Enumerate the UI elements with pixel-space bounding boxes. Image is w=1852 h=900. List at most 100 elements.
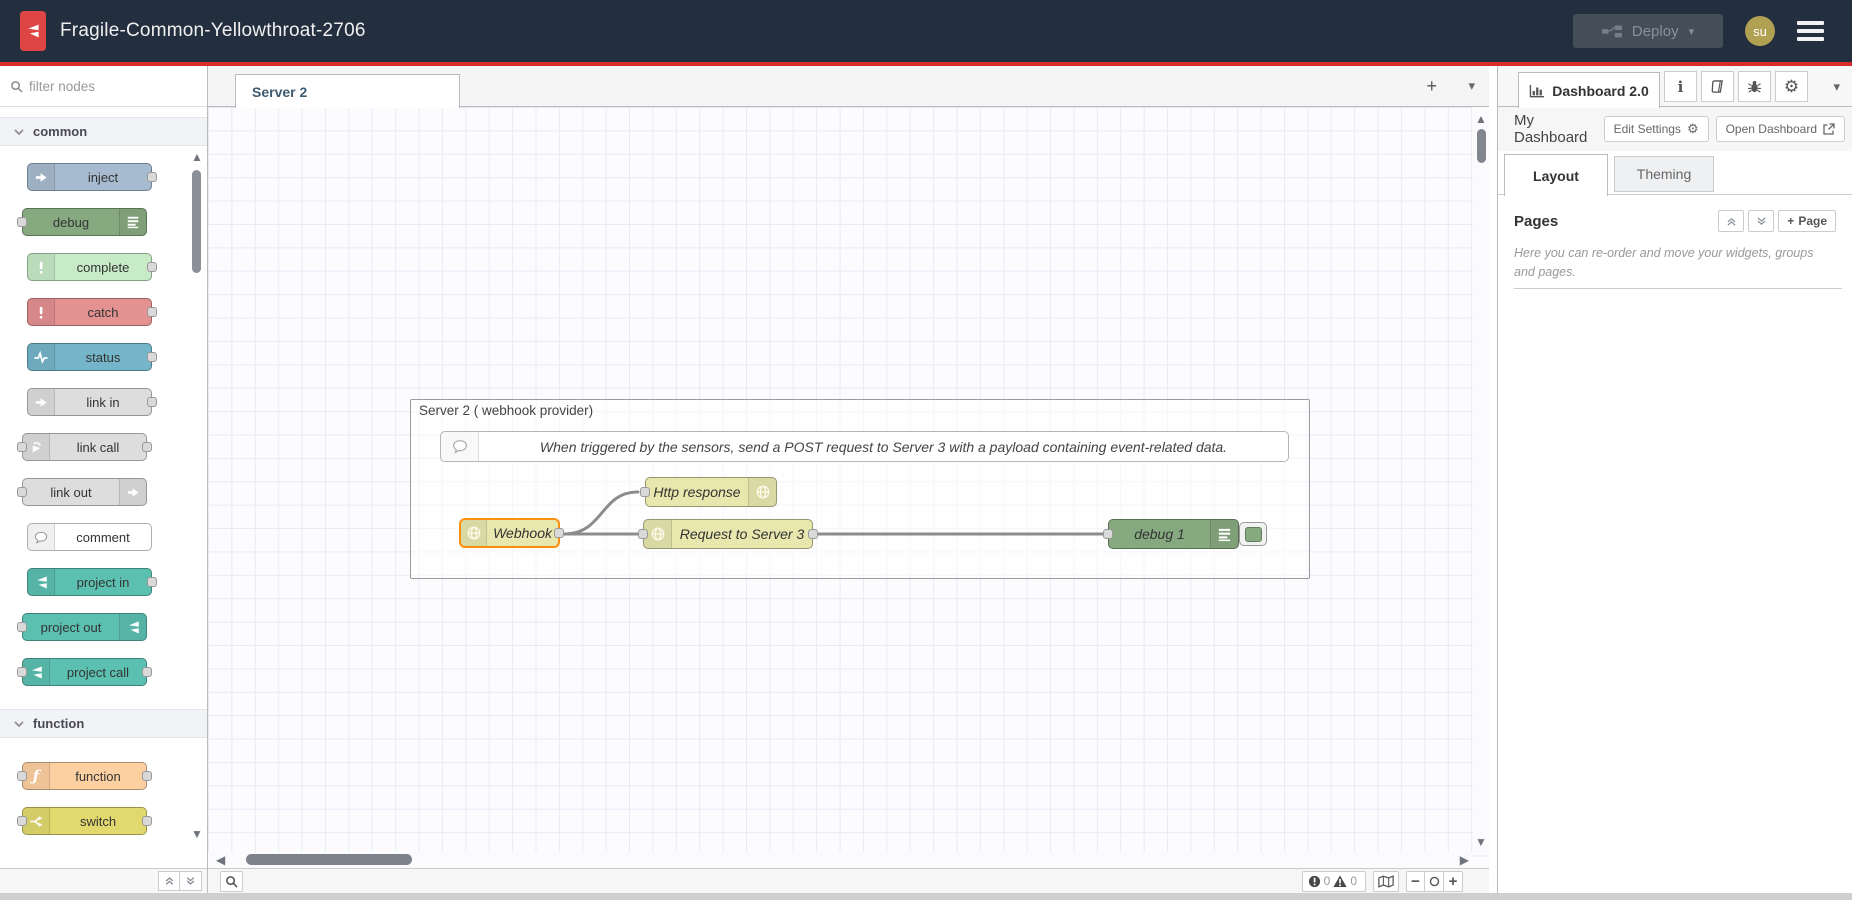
node-port-out[interactable] bbox=[147, 397, 157, 407]
node-port-in[interactable] bbox=[640, 487, 650, 497]
node-request-to-server-3[interactable]: Request to Server 3 bbox=[643, 519, 813, 549]
collapse-all-button[interactable] bbox=[158, 871, 180, 891]
palette-search[interactable] bbox=[0, 66, 207, 107]
zoom-in-button[interactable]: + bbox=[1444, 871, 1463, 892]
palette-node-debug[interactable]: debug bbox=[22, 208, 147, 236]
node-debug-1[interactable]: debug 1 bbox=[1108, 519, 1239, 549]
expand-all-button[interactable] bbox=[180, 871, 202, 891]
palette-node-link-call[interactable]: link call bbox=[22, 433, 147, 461]
scroll-right-icon[interactable]: ▶ bbox=[1460, 853, 1469, 867]
palette-node-project-in[interactable]: project in bbox=[27, 568, 152, 596]
node-webhook[interactable]: Webhook bbox=[459, 518, 560, 548]
help-tab-button[interactable] bbox=[1701, 71, 1734, 102]
node-port-in[interactable] bbox=[17, 622, 27, 632]
zoom-out-button[interactable]: − bbox=[1406, 871, 1425, 892]
scroll-left-icon[interactable]: ◀ bbox=[216, 853, 225, 867]
debug-tab-button[interactable] bbox=[1738, 71, 1771, 102]
search-icon bbox=[10, 80, 23, 93]
flow-tab-server-2[interactable]: Server 2 bbox=[235, 74, 460, 108]
node-port-in[interactable] bbox=[17, 816, 27, 826]
info-tab-button[interactable]: i bbox=[1664, 71, 1697, 102]
sidebar-header: Dashboard 2.0 i ⚙ ▾ bbox=[1498, 66, 1852, 107]
zoom-reset-button[interactable] bbox=[1425, 871, 1444, 892]
node-port-out[interactable] bbox=[142, 442, 152, 452]
flow-canvas[interactable]: Server 2 ( webhook provider) When trigge… bbox=[208, 107, 1489, 868]
node-port-out[interactable] bbox=[808, 529, 818, 539]
node-http-response[interactable]: Http response bbox=[645, 477, 777, 507]
scroll-down-icon[interactable]: ▼ bbox=[1473, 835, 1489, 849]
scroll-up-icon[interactable]: ▲ bbox=[189, 150, 205, 164]
palette-scrollbar[interactable]: ▲ ▼ bbox=[189, 150, 205, 841]
node-port-out[interactable] bbox=[147, 307, 157, 317]
open-dashboard-button[interactable]: Open Dashboard bbox=[1716, 116, 1845, 142]
scroll-down-icon[interactable]: ▼ bbox=[189, 827, 205, 841]
deploy-button[interactable]: Deploy ▾ bbox=[1573, 14, 1723, 48]
node-port-out[interactable] bbox=[147, 352, 157, 362]
scrollbar-thumb[interactable] bbox=[1477, 129, 1486, 163]
palette-category-common[interactable]: common bbox=[0, 117, 207, 146]
dashboard-title: My Dashboard bbox=[1514, 112, 1604, 146]
flowfuse-icon bbox=[28, 569, 55, 595]
node-port-in[interactable] bbox=[638, 529, 648, 539]
palette-node-link-out[interactable]: link out bbox=[22, 478, 147, 506]
notifications-button[interactable]: 0 0 bbox=[1302, 871, 1366, 892]
node-port-out[interactable] bbox=[147, 262, 157, 272]
error-count: 0 bbox=[1324, 874, 1331, 888]
node-port-out[interactable] bbox=[147, 172, 157, 182]
deploy-label: Deploy bbox=[1632, 23, 1679, 40]
user-avatar[interactable]: su bbox=[1745, 16, 1775, 46]
palette-node-complete[interactable]: complete bbox=[27, 253, 152, 281]
debug-enable-toggle[interactable] bbox=[1239, 522, 1267, 546]
node-port-in[interactable] bbox=[1103, 529, 1113, 539]
warning-count: 0 bbox=[1350, 874, 1357, 888]
scrollbar-thumb[interactable] bbox=[192, 170, 201, 273]
node-port-out[interactable] bbox=[142, 816, 152, 826]
config-tab-button[interactable]: ⚙ bbox=[1775, 71, 1808, 102]
scroll-up-icon[interactable]: ▲ bbox=[1473, 112, 1489, 126]
tab-layout[interactable]: Layout bbox=[1504, 154, 1608, 196]
canvas-vscrollbar[interactable]: ▲ ▼ bbox=[1473, 107, 1489, 852]
flow-list-caret-icon[interactable]: ▾ bbox=[1468, 78, 1475, 94]
node-port-in[interactable] bbox=[17, 217, 27, 227]
palette-node-inject[interactable]: inject bbox=[27, 163, 152, 191]
palette-node-switch[interactable]: switch bbox=[22, 807, 147, 835]
palette-node-project-out[interactable]: project out bbox=[22, 613, 147, 641]
deploy-caret-icon[interactable]: ▾ bbox=[1689, 25, 1695, 38]
scrollbar-thumb[interactable] bbox=[246, 854, 412, 865]
add-page-button[interactable]: + Page bbox=[1778, 210, 1836, 232]
sidebar-splitter[interactable] bbox=[1489, 66, 1497, 893]
node-port-in[interactable] bbox=[17, 667, 27, 677]
main-menu-icon[interactable] bbox=[1797, 21, 1824, 41]
gear-icon: ⚙ bbox=[1687, 121, 1699, 137]
canvas-hscrollbar[interactable]: ◀ ▶ bbox=[208, 852, 1473, 868]
sidebar-menu-caret-icon[interactable]: ▾ bbox=[1833, 79, 1840, 95]
node-port-out[interactable] bbox=[142, 771, 152, 781]
node-port-out[interactable] bbox=[147, 577, 157, 587]
palette-node-status[interactable]: status bbox=[27, 343, 152, 371]
tab-theming[interactable]: Theming bbox=[1614, 156, 1714, 192]
node-port-in[interactable] bbox=[17, 771, 27, 781]
node-port-in[interactable] bbox=[17, 487, 27, 497]
node-port-in[interactable] bbox=[17, 442, 27, 452]
search-flows-button[interactable] bbox=[220, 871, 243, 892]
add-flow-icon[interactable]: + bbox=[1426, 76, 1437, 97]
header-actions: Deploy ▾ su bbox=[1573, 14, 1824, 48]
palette-node-function[interactable]: ƒ function bbox=[22, 762, 147, 790]
comment-node[interactable]: When triggered by the sensors, send a PO… bbox=[440, 431, 1289, 462]
minimap-button[interactable] bbox=[1373, 871, 1399, 892]
edit-settings-button[interactable]: Edit Settings ⚙ bbox=[1604, 116, 1709, 142]
palette-node-comment[interactable]: comment bbox=[27, 523, 152, 551]
move-page-down-button[interactable] bbox=[1748, 210, 1774, 232]
palette-node-catch[interactable]: catch bbox=[27, 298, 152, 326]
palette-node-project-call[interactable]: project call bbox=[22, 658, 147, 686]
node-port-out[interactable] bbox=[142, 667, 152, 677]
tab-dashboard-2[interactable]: Dashboard 2.0 bbox=[1518, 72, 1660, 108]
palette-node-link-in[interactable]: link in bbox=[27, 388, 152, 416]
debug-sidebar-icon bbox=[1210, 520, 1238, 548]
move-page-up-button[interactable] bbox=[1718, 210, 1744, 232]
link-arrow-icon bbox=[119, 479, 146, 505]
node-port-out[interactable] bbox=[554, 528, 564, 538]
palette-category-function[interactable]: function bbox=[0, 709, 207, 738]
palette-filter-input[interactable] bbox=[29, 79, 179, 94]
exclamation-icon bbox=[28, 254, 55, 280]
